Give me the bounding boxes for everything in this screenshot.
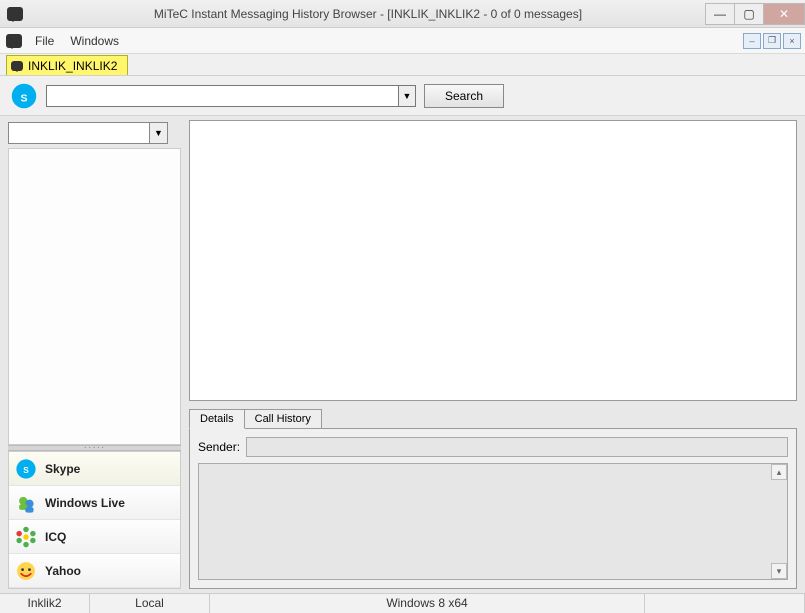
mdi-minimize-button[interactable]: –: [743, 33, 761, 49]
menubar: File Windows – ❐ ×: [0, 28, 805, 54]
mdi-tabstrip: INKLIK_INKLIK2: [0, 54, 805, 76]
service-list: S Skype Windows Live ICQ: [8, 451, 181, 589]
contact-list[interactable]: [8, 148, 181, 445]
sender-row: Sender:: [198, 437, 788, 457]
service-item-icq[interactable]: ICQ: [9, 520, 180, 554]
titlebar: MiTeC Instant Messaging History Browser …: [0, 0, 805, 28]
tab-details[interactable]: Details: [189, 409, 245, 429]
service-item-yahoo[interactable]: Yahoo: [9, 554, 180, 588]
mdi-tab-label: INKLIK_INKLIK2: [28, 59, 117, 73]
window-title: MiTeC Instant Messaging History Browser …: [30, 7, 706, 21]
tab-call-history[interactable]: Call History: [244, 409, 322, 429]
svg-text:S: S: [23, 466, 29, 475]
icq-icon: [15, 526, 37, 548]
service-label: Skype: [45, 462, 80, 476]
search-combo[interactable]: ▼: [46, 85, 416, 107]
service-label: Yahoo: [45, 564, 81, 578]
message-text-area: ▴ ▾: [198, 463, 788, 580]
service-label: Windows Live: [45, 496, 125, 510]
menu-windows[interactable]: Windows: [62, 31, 127, 51]
search-button[interactable]: Search: [424, 84, 504, 108]
minimize-button[interactable]: —: [705, 3, 735, 25]
search-input[interactable]: [46, 85, 398, 107]
svg-text:S: S: [20, 92, 27, 104]
details-panel: Sender: ▴ ▾: [189, 429, 797, 589]
status-os: Windows 8 x64: [210, 594, 645, 613]
status-bar: Inklik2 Local Windows 8 x64: [0, 593, 805, 613]
message-view[interactable]: [189, 120, 797, 401]
search-toolbar: S ▼ Search: [0, 76, 805, 116]
service-label: ICQ: [45, 530, 66, 544]
maximize-button[interactable]: ▢: [734, 3, 764, 25]
main-area: ▼ S Skype Windows Live: [0, 116, 805, 593]
sender-field: [246, 437, 788, 457]
menu-file[interactable]: File: [27, 31, 62, 51]
yahoo-icon: [15, 560, 37, 582]
status-extra: [645, 594, 805, 613]
chevron-down-icon[interactable]: ▼: [398, 85, 416, 107]
sender-label: Sender:: [198, 440, 240, 454]
window-controls: — ▢ ✕: [706, 3, 805, 25]
app-icon: [4, 3, 26, 25]
left-column: ▼ S Skype Windows Live: [0, 116, 185, 593]
service-item-windows-live[interactable]: Windows Live: [9, 486, 180, 520]
menubar-icon: [4, 31, 24, 51]
chevron-down-icon[interactable]: ▼: [149, 123, 167, 143]
skype-icon: S: [10, 82, 38, 110]
scroll-down-icon[interactable]: ▾: [771, 563, 787, 579]
mdi-tab[interactable]: INKLIK_INKLIK2: [6, 55, 128, 75]
right-column: Details Call History Sender: ▴ ▾: [185, 116, 805, 593]
chat-icon: [9, 58, 25, 74]
service-item-skype[interactable]: S Skype: [9, 452, 180, 486]
windows-live-icon: [15, 492, 37, 514]
mdi-close-button[interactable]: ×: [783, 33, 801, 49]
mdi-restore-button[interactable]: ❐: [763, 33, 781, 49]
skype-icon: S: [15, 458, 37, 480]
contact-combo[interactable]: ▼: [8, 122, 168, 144]
scroll-up-icon[interactable]: ▴: [771, 464, 787, 480]
status-user: Inklik2: [0, 594, 90, 613]
contact-combo-value: [9, 123, 149, 143]
status-location: Local: [90, 594, 210, 613]
detail-tabs: Details Call History: [189, 407, 797, 429]
close-button[interactable]: ✕: [763, 3, 805, 25]
